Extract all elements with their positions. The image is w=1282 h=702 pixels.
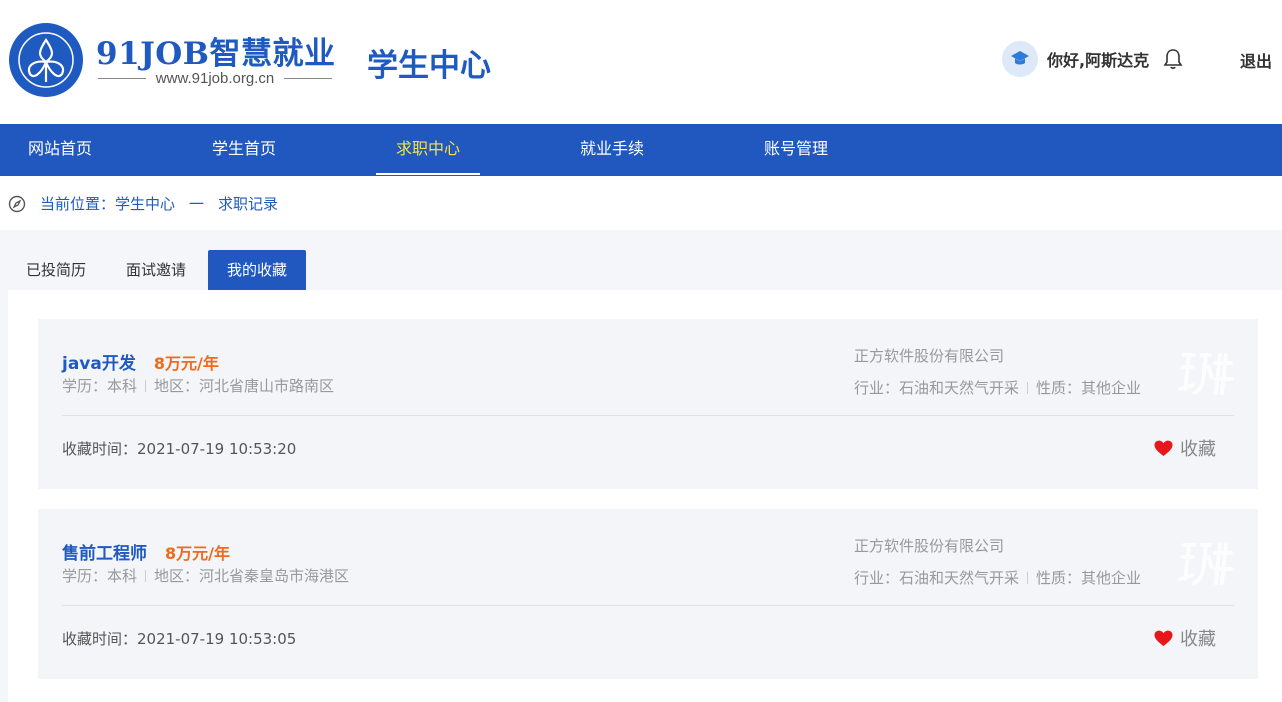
logo-url-text: www.91job.org.cn <box>155 70 275 87</box>
nav-item-home[interactable]: 网站首页 <box>8 124 112 176</box>
company-industry: 行业：石油和天然气开采 <box>854 569 1020 587</box>
favorites-panel: java开发 8万元/年 学历：本科 地区：河北省唐山市路南区 正方软件股份有限公司… <box>8 290 1282 702</box>
job-region: 地区：河北省秦皇岛市海港区 <box>154 567 350 585</box>
tab-interview-invitations[interactable]: 面试邀请 <box>108 250 204 290</box>
favorite-button[interactable]: 收藏 <box>1154 435 1216 461</box>
site-header: 91JOB智慧就业 www.91job.org.cn 学生中心 你好,阿斯达克 … <box>0 0 1282 124</box>
card-divider <box>62 605 1234 606</box>
heart-icon <box>1154 440 1173 456</box>
bell-icon <box>1163 49 1183 69</box>
job-title[interactable]: java开发 <box>62 354 136 374</box>
job-title[interactable]: 售前工程师 <box>62 544 147 564</box>
breadcrumb-student-center[interactable]: 学生中心 <box>115 193 175 214</box>
favorite-label: 收藏 <box>1180 629 1216 650</box>
company-name[interactable]: 正方软件股份有限公司 <box>854 345 1004 366</box>
nav-item-employment-procedures[interactable]: 就业手续 <box>560 124 664 176</box>
favorite-time: 收藏时间：2021-07-19 10:53:05 <box>62 630 297 648</box>
favorite-job-card: 售前工程师 8万元/年 学历：本科 地区：河北省秦皇岛市海港区 正方软件股份有限公司… <box>38 509 1258 679</box>
job-education: 学历：本科 <box>62 377 138 395</box>
tab-submitted-resumes[interactable]: 已投简历 <box>8 250 104 290</box>
company-logo-watermark-icon <box>1178 543 1234 585</box>
company-nature: 性质：其他企业 <box>1036 379 1142 397</box>
logo-line-left <box>98 78 146 79</box>
breadcrumb: 当前位置： 学生中心 一 求职记录 <box>8 193 278 214</box>
meta-divider <box>145 570 147 582</box>
compass-icon <box>8 195 26 213</box>
job-salary: 8万元/年 <box>165 544 230 563</box>
company-logo-watermark-icon <box>1178 353 1234 395</box>
breadcrumb-separator: 一 <box>189 195 205 213</box>
user-area: 你好,阿斯达克 <box>1002 40 1183 78</box>
company-nature: 性质：其他企业 <box>1036 569 1142 587</box>
graduation-cap-icon <box>1011 51 1029 65</box>
nav-item-student-home[interactable]: 学生首页 <box>192 124 296 176</box>
breadcrumb-job-records[interactable]: 求职记录 <box>218 193 278 214</box>
job-education: 学历：本科 <box>62 567 138 585</box>
main-nav: 网站首页 学生首页 求职中心 就业手续 账号管理 <box>0 124 1282 176</box>
meta-divider <box>145 380 147 392</box>
job-region: 地区：河北省唐山市路南区 <box>154 377 335 395</box>
avatar[interactable] <box>1002 41 1038 77</box>
tab-my-favorites[interactable]: 我的收藏 <box>208 250 306 290</box>
breadcrumb-prefix: 当前位置： <box>40 195 116 213</box>
breadcrumb-bar: 当前位置： 学生中心 一 求职记录 <box>0 176 1282 230</box>
job-title-link[interactable]: 售前工程师 8万元/年 <box>62 539 230 564</box>
logo-title[interactable]: 91JOB智慧就业 <box>96 28 336 73</box>
meta-divider <box>1027 572 1029 584</box>
favorite-job-card: java开发 8万元/年 学历：本科 地区：河北省唐山市路南区 正方软件股份有限公司… <box>38 319 1258 489</box>
job-meta: 学历：本科 地区：河北省秦皇岛市海港区 <box>62 565 349 586</box>
company-industry: 行业：石油和天然气开采 <box>854 379 1020 397</box>
portal-title: 学生中心 <box>367 48 491 84</box>
logo-emblem-icon[interactable] <box>8 22 84 98</box>
job-meta: 学历：本科 地区：河北省唐山市路南区 <box>62 375 334 396</box>
logout-button[interactable]: 退出 <box>1240 48 1272 72</box>
meta-divider <box>1027 382 1029 394</box>
logo-url: www.91job.org.cn <box>98 70 332 87</box>
nav-item-account-management[interactable]: 账号管理 <box>744 124 848 176</box>
company-meta: 行业：石油和天然气开采 性质：其他企业 <box>854 377 1141 398</box>
heart-icon <box>1154 630 1173 646</box>
favorite-label: 收藏 <box>1180 439 1216 460</box>
notification-bell[interactable] <box>1163 48 1183 70</box>
logo-line-right <box>284 78 332 79</box>
card-divider <box>62 415 1234 416</box>
favorite-time: 收藏时间：2021-07-19 10:53:20 <box>62 440 297 458</box>
favorite-button[interactable]: 收藏 <box>1154 625 1216 651</box>
company-name[interactable]: 正方软件股份有限公司 <box>854 535 1004 556</box>
job-title-link[interactable]: java开发 8万元/年 <box>62 349 219 374</box>
job-salary: 8万元/年 <box>153 354 219 373</box>
company-meta: 行业：石油和天然气开采 性质：其他企业 <box>854 567 1141 588</box>
user-greeting: 你好,阿斯达克 <box>1047 51 1150 70</box>
nav-item-job-center[interactable]: 求职中心 <box>376 124 480 176</box>
